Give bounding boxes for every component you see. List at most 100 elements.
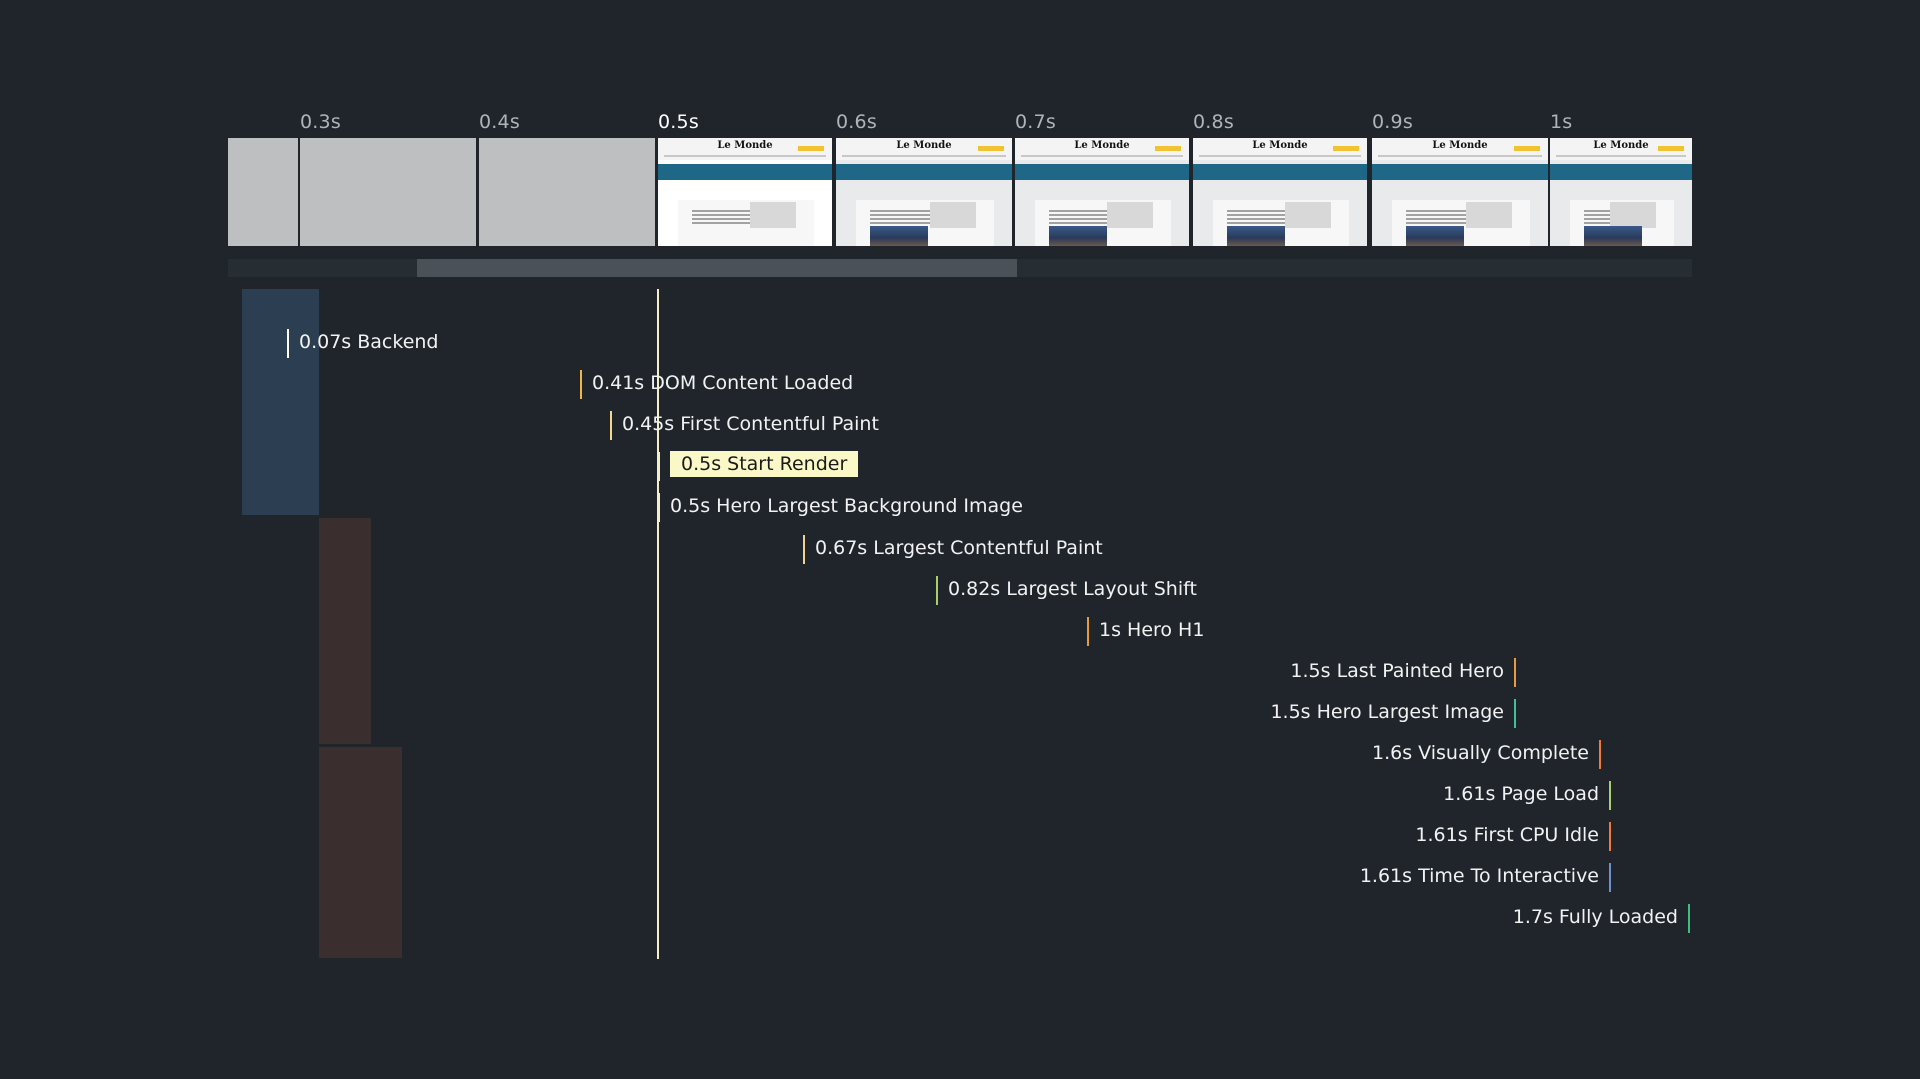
frame-logo: Le Monde [1432,140,1488,151]
milestone-tick [936,576,938,605]
filmstrip-frame-page[interactable]: Le Monde [658,138,832,246]
milestone-label: 1.61s Time To Interactive [1359,865,1599,887]
tick-label: 0.6s [836,111,877,133]
frame-nav [1556,155,1686,157]
milestone-marker[interactable]: 1.6s Visually Complete [0,740,1601,769]
frame-banner [1015,164,1189,180]
tick-label: 0.5s [658,111,699,133]
request-block [242,289,319,515]
frame-logo: Le Monde [1593,140,1649,151]
frame-content [1035,200,1171,246]
milestone-label: 0.5s Hero Largest Background Image [670,495,1023,517]
frame-subscribe-button [798,146,824,151]
frame-banner [1193,164,1367,180]
frame-content [1570,200,1674,246]
milestone-marker[interactable]: 1.61s First CPU Idle [0,822,1611,851]
milestone-label: 0.41s DOM Content Loaded [592,372,854,394]
milestone-tick [1609,781,1611,810]
frame-banner [1372,164,1548,180]
frame-placeholder [1466,202,1512,228]
frame-nav [1021,155,1183,157]
frame-content [1213,200,1349,246]
tick-label: 0.8s [1193,111,1234,133]
frame-nav [664,155,826,157]
filmstrip-frame-page[interactable]: Le Monde [1550,138,1692,246]
frame-logo: Le Monde [1074,140,1130,151]
frame-placeholder [930,202,976,228]
frame-hero-image [1227,226,1285,246]
milestone-tick [658,452,660,481]
tick-label: 0.7s [1015,111,1056,133]
milestone-tick [803,535,805,564]
milestone-label: 0.45s First Contentful Paint [622,413,879,435]
frame-placeholder [750,202,796,228]
milestone-marker[interactable]: 1.7s Fully Loaded [0,904,1690,933]
milestone-marker[interactable]: 1.5s Last Painted Hero [0,658,1516,687]
frame-subscribe-button [1658,146,1684,151]
milestone-tick [1688,904,1690,933]
frame-placeholder [1610,202,1656,228]
milestone-label: 1.6s Visually Complete [1371,742,1589,764]
frame-header: Le Monde [1193,138,1367,160]
filmstrip-frame-page[interactable]: Le Monde [1372,138,1548,246]
frame-content [678,200,814,246]
frame-header: Le Monde [1015,138,1189,160]
frame-banner [836,164,1012,180]
filmstrip-frame-blank[interactable] [479,138,655,246]
tick-label: 0.9s [1372,111,1413,133]
frame-nav [842,155,1006,157]
frame-placeholder [1107,202,1153,228]
frame-header: Le Monde [658,138,832,160]
frame-hero-image [1049,226,1107,246]
milestone-marker[interactable]: 1.61s Page Load [0,781,1611,810]
milestone-tick [287,329,289,358]
filmstrip-frame-blank[interactable] [300,138,476,246]
milestone-tick [1599,740,1601,769]
filmstrip-frame-page[interactable]: Le Monde [1015,138,1189,246]
frame-hero-image [1406,226,1464,246]
frame-hero-image [1584,226,1642,246]
frame-logo: Le Monde [896,140,952,151]
filmstrip-frame-blank[interactable] [228,138,298,246]
tick-label: 0.3s [300,111,341,133]
filmstrip-frame-page[interactable]: Le Monde [1193,138,1367,246]
milestone-tick [1609,863,1611,892]
frame-header: Le Monde [836,138,1012,160]
tick-label: 0.4s [479,111,520,133]
milestone-tick [658,493,660,522]
milestone-tick [610,411,612,440]
milestone-tick [1514,699,1516,728]
milestone-label: 0.07s Backend [299,331,439,353]
frame-subscribe-button [1333,146,1359,151]
frame-subscribe-button [978,146,1004,151]
frame-hero-image [870,226,928,246]
frame-header: Le Monde [1372,138,1548,160]
frame-nav [1378,155,1542,157]
milestone-label: 1.5s Last Painted Hero [1290,660,1504,682]
frame-header: Le Monde [1550,138,1692,160]
milestone-marker[interactable]: 1.61s Time To Interactive [0,863,1611,892]
milestone-label: 0.82s Largest Layout Shift [948,578,1197,600]
frame-content [856,200,994,246]
milestone-tick [580,370,582,399]
filmstrip-frame-page[interactable]: Le Monde [836,138,1012,246]
milestone-label: 1s Hero H1 [1099,619,1205,641]
milestone-tick [1609,822,1611,851]
milestone-marker[interactable]: 1.5s Hero Largest Image [0,699,1516,728]
tick-label: 1s [1550,111,1573,133]
frame-banner [658,164,832,180]
milestone-label: 0.5s Start Render [670,451,859,477]
milestone-label: 1.7s Fully Loaded [1512,906,1678,928]
milestone-tick [1514,658,1516,687]
frame-subscribe-button [1514,146,1540,151]
milestone-label: 1.61s First CPU Idle [1415,824,1599,846]
frame-content [1392,200,1530,246]
milestone-label: 0.67s Largest Contentful Paint [815,537,1103,559]
milestone-label: 1.5s Hero Largest Image [1270,701,1504,723]
milestone-tick [1087,617,1089,646]
frame-placeholder [1285,202,1331,228]
milestone-label: 1.61s Page Load [1443,783,1599,805]
timeline-scrollbar-thumb[interactable] [417,259,1017,277]
frame-logo: Le Monde [717,140,773,151]
frame-logo: Le Monde [1252,140,1308,151]
